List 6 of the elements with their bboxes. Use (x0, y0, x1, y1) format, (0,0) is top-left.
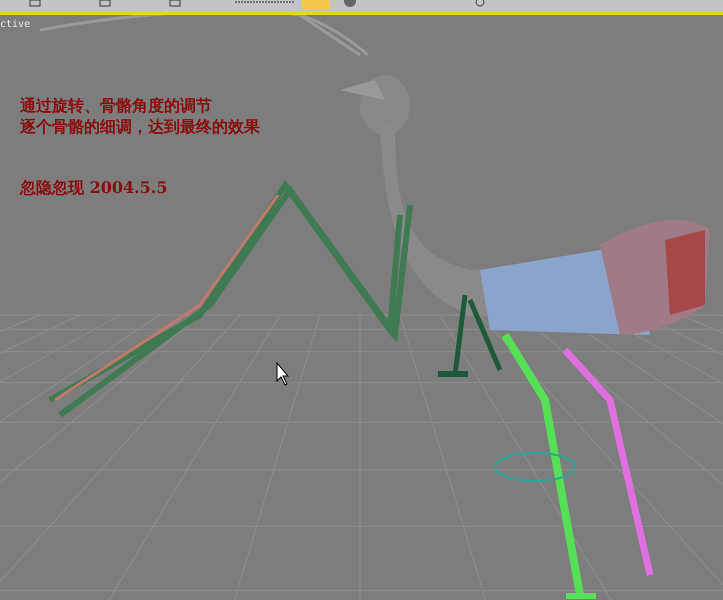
annotation-text: 通过旋转、骨骼角度的调节 (20, 95, 213, 116)
annotation-note: 忽隐忽现 2004.5.5 (20, 177, 169, 198)
mouse-cursor-icon (276, 362, 290, 386)
viewport[interactable]: ctive 通过旋转、骨骼角度的调节 逐个骨骼的细调，达到最终的效果 忽隐忽现 2004.5.5 (0, 12, 723, 600)
annotation-text: 逐个骨骼的细调，达到最终的效果 (20, 116, 260, 137)
viewport-label[interactable]: ctive (0, 19, 30, 30)
